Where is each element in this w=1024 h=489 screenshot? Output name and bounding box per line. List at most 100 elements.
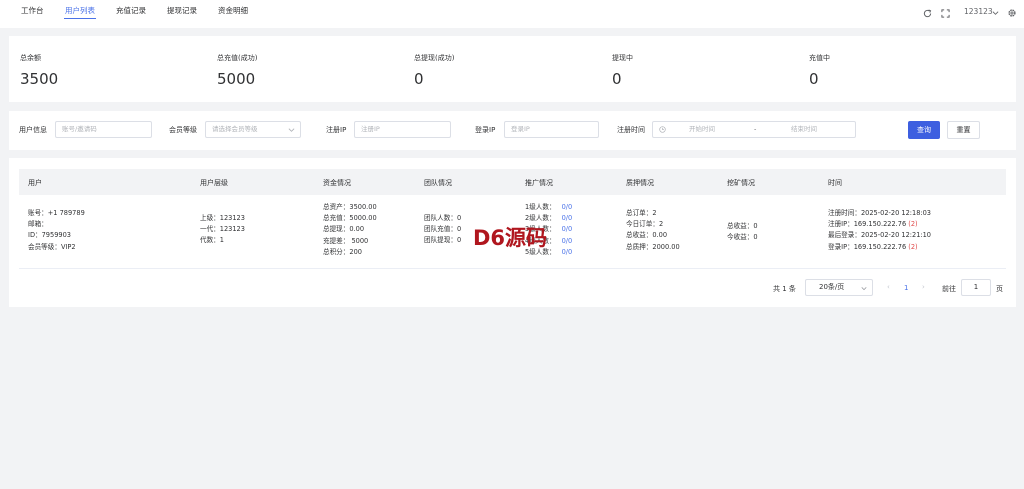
- page-suffix-label: 页: [996, 285, 1003, 293]
- team-count: 团队人数：0: [424, 214, 462, 222]
- next-page-button[interactable]: ›: [922, 283, 925, 291]
- time-reg-ip-line: 注册IP：169.150.222.76 (2): [828, 219, 931, 230]
- page-number-current[interactable]: 1: [904, 284, 908, 292]
- page-size-select[interactable]: 20条/页: [805, 279, 873, 296]
- funds-total-assets: 总资产：3500.00: [323, 203, 377, 211]
- header-time: 时间: [828, 179, 842, 187]
- watermark-text: D6源码: [473, 226, 548, 250]
- reg-time-label: 注册时间: [617, 126, 645, 134]
- tab-recharge-records[interactable]: 充值记录: [116, 5, 146, 16]
- member-level-label: 会员等级: [169, 126, 197, 134]
- clock-icon: [659, 126, 666, 133]
- header-pledge: 质押情况: [626, 179, 654, 187]
- header-user-level: 用户层级: [200, 179, 228, 187]
- query-button[interactable]: 查询: [908, 121, 940, 139]
- table-row-mining-cell: 总收益：0 今收益：0: [727, 221, 758, 243]
- time-last-login: 最后登录：2025-02-20 12:21:10: [828, 231, 931, 240]
- stat-value-total-balance: 3500: [20, 70, 59, 88]
- funds-total-points: 总积分：200: [323, 247, 362, 256]
- stat-value-total-recharge: 5000: [217, 70, 256, 88]
- settings-gear-icon[interactable]: [1007, 8, 1017, 18]
- mining-total-income: 总收益：0: [727, 222, 758, 230]
- login-ip-label: 登录IP: [475, 126, 496, 134]
- table-row-time-cell: 注册时间：2025-02-20 12:18:03 注册IP：169.150.22…: [828, 208, 931, 253]
- tab-withdraw-records[interactable]: 提现记录: [167, 5, 197, 16]
- pledge-today-orders: 今日订单：2: [626, 220, 664, 229]
- prev-page-button[interactable]: ‹: [887, 283, 890, 291]
- login-ip-count[interactable]: (2): [908, 243, 917, 251]
- level-generations: 代数：1: [200, 236, 224, 245]
- reg-ip-input[interactable]: 注册IP: [354, 121, 451, 138]
- top-nav-bar: 工作台 用户列表 充值记录 提现记录 资金明细 123123: [0, 0, 1024, 28]
- stat-value-withdrawing: 0: [612, 70, 622, 88]
- team-withdraw: 团队提现：0: [424, 236, 462, 245]
- filter-card: 用户信息 账号/邀请码 会员等级 请选择会员等级 注册IP 注册IP 登录IP …: [9, 111, 1016, 150]
- time-registered: 注册时间：2025-02-20 12:18:03: [828, 209, 931, 217]
- username-label[interactable]: 123123: [964, 7, 993, 16]
- table-row-pledge-cell: 总订单：2 今日订单：2 总收益：0.00 总质押：2000.00: [626, 208, 680, 253]
- fullscreen-icon[interactable]: [941, 9, 950, 18]
- promo-value-link[interactable]: 0/0: [562, 225, 573, 233]
- mining-today-income: 今收益：0: [727, 233, 758, 242]
- level-first-gen: 一代：123123: [200, 225, 245, 234]
- header-team: 团队情况: [424, 179, 452, 187]
- pagination-total: 共 1 条: [773, 285, 796, 293]
- promo-value-link[interactable]: 0/0: [562, 237, 573, 245]
- pledge-total-income: 总收益：0.00: [626, 231, 668, 240]
- team-recharge: 团队充值：0: [424, 225, 462, 234]
- reset-button[interactable]: 重置: [947, 121, 980, 139]
- funds-total-recharge: 总充值：5000.00: [323, 214, 377, 223]
- user-info-label: 用户信息: [19, 126, 47, 134]
- table-row-level-cell: 上级：123123 一代：123123 代数：1: [200, 213, 245, 247]
- chevron-down-icon[interactable]: [992, 10, 999, 16]
- end-time-placeholder[interactable]: 结束时间: [791, 122, 817, 137]
- promo-label: 1级人数：: [525, 203, 556, 211]
- funds-diff: 充提差： 5000: [323, 236, 369, 245]
- refresh-icon[interactable]: [923, 9, 932, 18]
- member-level-placeholder: 请选择会员等级: [212, 125, 258, 133]
- member-level-select[interactable]: 请选择会员等级: [205, 121, 301, 138]
- stat-label-total-withdraw: 总提现(成功): [414, 54, 455, 62]
- chevron-down-icon: [288, 128, 295, 132]
- pledge-total-staked: 总质押：2000.00: [626, 242, 680, 251]
- range-separator: -: [754, 125, 757, 133]
- promo-value-link[interactable]: 0/0: [562, 248, 573, 256]
- header-user: 用户: [28, 179, 42, 187]
- goto-page-input[interactable]: 1: [961, 279, 991, 296]
- user-id: ID：7959903: [28, 231, 71, 240]
- user-info-input[interactable]: 账号/邀请码: [55, 121, 152, 138]
- login-ip-input[interactable]: 登录IP: [504, 121, 599, 138]
- tab-fund-details[interactable]: 资金明细: [218, 5, 248, 16]
- header-funds: 资金情况: [323, 179, 351, 187]
- stat-value-recharging: 0: [809, 70, 819, 88]
- user-member-level: 会员等级：VIP2: [28, 242, 76, 251]
- promo-value-link[interactable]: 0/0: [562, 214, 573, 222]
- tab-user-list[interactable]: 用户列表: [65, 5, 95, 16]
- reg-time-range-picker[interactable]: 开始时间 - 结束时间: [652, 121, 856, 138]
- page-size-value: 20条/页: [819, 283, 845, 291]
- login-ip-value: 登录IP：169.150.222.76: [828, 242, 907, 251]
- user-account: 账号：+1 789789: [28, 209, 85, 217]
- start-time-placeholder[interactable]: 开始时间: [689, 122, 715, 137]
- table-row-funds-cell: 总资产：3500.00 总充值：5000.00 总提现：0.00 充提差： 50…: [323, 202, 377, 258]
- level-superior: 上级：123123: [200, 214, 245, 222]
- table-row-user-cell: 账号：+1 789789 邮箱： ID：7959903 会员等级：VIP2: [28, 208, 85, 253]
- promo-level-1: 1级人数： 0/0: [525, 202, 572, 213]
- goto-label: 前往: [942, 285, 956, 293]
- stat-value-total-withdraw: 0: [414, 70, 424, 88]
- user-email: 邮箱：: [28, 220, 48, 229]
- header-promotion: 推广情况: [525, 179, 553, 187]
- reg-ip-value: 注册IP：169.150.222.76: [828, 220, 907, 229]
- tab-workbench[interactable]: 工作台: [21, 5, 44, 16]
- reg-ip-count[interactable]: (2): [908, 220, 917, 228]
- stat-label-total-balance: 总余额: [20, 54, 41, 62]
- stat-label-total-recharge: 总充值(成功): [217, 54, 258, 62]
- promo-value-link[interactable]: 0/0: [562, 203, 573, 211]
- pledge-total-orders: 总订单：2: [626, 209, 657, 217]
- table-row-team-cell: 团队人数：0 团队充值：0 团队提现：0: [424, 213, 461, 247]
- stats-card: 总余额 3500 总充值(成功) 5000 总提现(成功) 0 提现中 0 充值…: [9, 36, 1016, 102]
- funds-total-withdraw: 总提现：0.00: [323, 225, 365, 234]
- chevron-down-icon: [861, 287, 867, 291]
- active-tab-underline: [64, 18, 96, 19]
- time-login-ip-line: 登录IP：169.150.222.76 (2): [828, 242, 931, 253]
